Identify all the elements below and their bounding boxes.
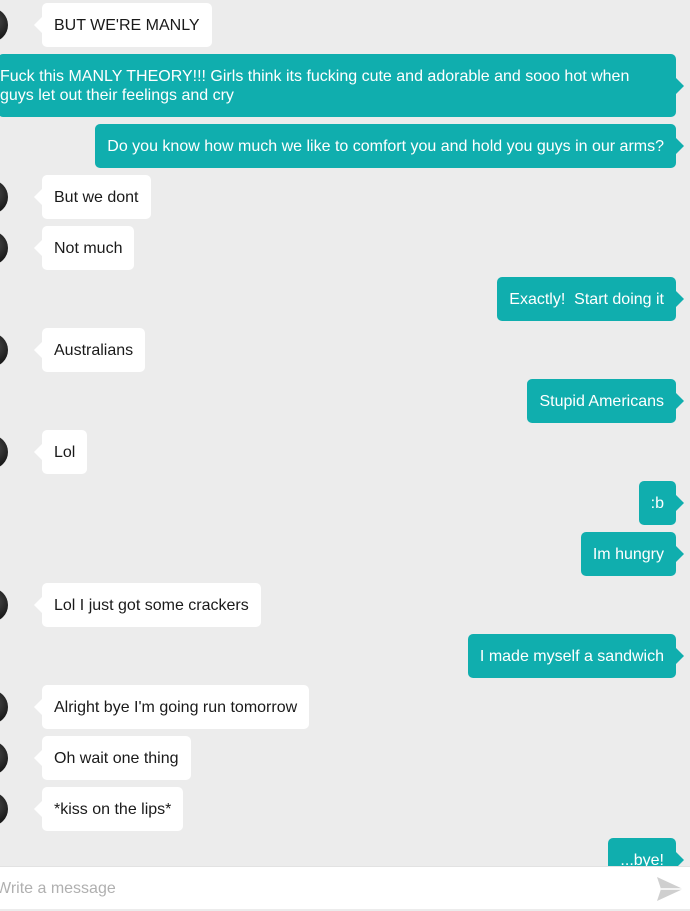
message-list[interactable]: BUT WE'RE MANLY Fuck this MANLY THEORY!!…: [0, 0, 690, 866]
avatar[interactable]: [0, 231, 8, 265]
message-bubble-outgoing[interactable]: Do you know how much we like to comfort …: [95, 124, 684, 168]
message-bubble-incoming[interactable]: BUT WE'RE MANLY: [34, 3, 212, 47]
message-bubble-outgoing[interactable]: ...bye!: [608, 838, 684, 866]
avatar[interactable]: [0, 792, 8, 826]
avatar[interactable]: [0, 741, 8, 775]
avatar[interactable]: [0, 8, 8, 42]
message-bubble-outgoing[interactable]: :b: [638, 481, 685, 525]
message-bubble-incoming[interactable]: Oh wait one thing: [34, 736, 191, 780]
message-bubble-outgoing[interactable]: Im hungry: [580, 532, 685, 576]
message-bubble-outgoing[interactable]: Stupid Americans: [527, 379, 684, 423]
message-bubble-outgoing[interactable]: I made myself a sandwich: [467, 634, 685, 678]
message-bubble-outgoing[interactable]: Fuck this MANLY THEORY!!! Girls think it…: [0, 54, 684, 117]
avatar[interactable]: [0, 690, 8, 724]
send-icon[interactable]: [656, 876, 684, 902]
message-bubble-incoming[interactable]: *kiss on the lips*: [33, 787, 184, 831]
message-input[interactable]: [0, 867, 638, 911]
message-bubble-incoming[interactable]: Not much: [33, 226, 135, 270]
message-composer: [0, 866, 690, 911]
message-bubble-incoming[interactable]: Alright bye I'm going run tomorrow: [33, 685, 310, 729]
message-bubble-incoming[interactable]: But we dont: [34, 175, 151, 219]
message-bubble-outgoing[interactable]: Exactly! Start doing it: [497, 277, 684, 321]
avatar[interactable]: [0, 435, 8, 469]
message-bubble-incoming[interactable]: Lol I just got some crackers: [34, 583, 261, 627]
avatar[interactable]: [0, 333, 8, 367]
avatar[interactable]: [0, 588, 8, 622]
message-bubble-incoming[interactable]: Australians: [33, 328, 146, 372]
message-bubble-incoming[interactable]: Lol: [33, 430, 88, 474]
avatar[interactable]: [0, 180, 8, 214]
